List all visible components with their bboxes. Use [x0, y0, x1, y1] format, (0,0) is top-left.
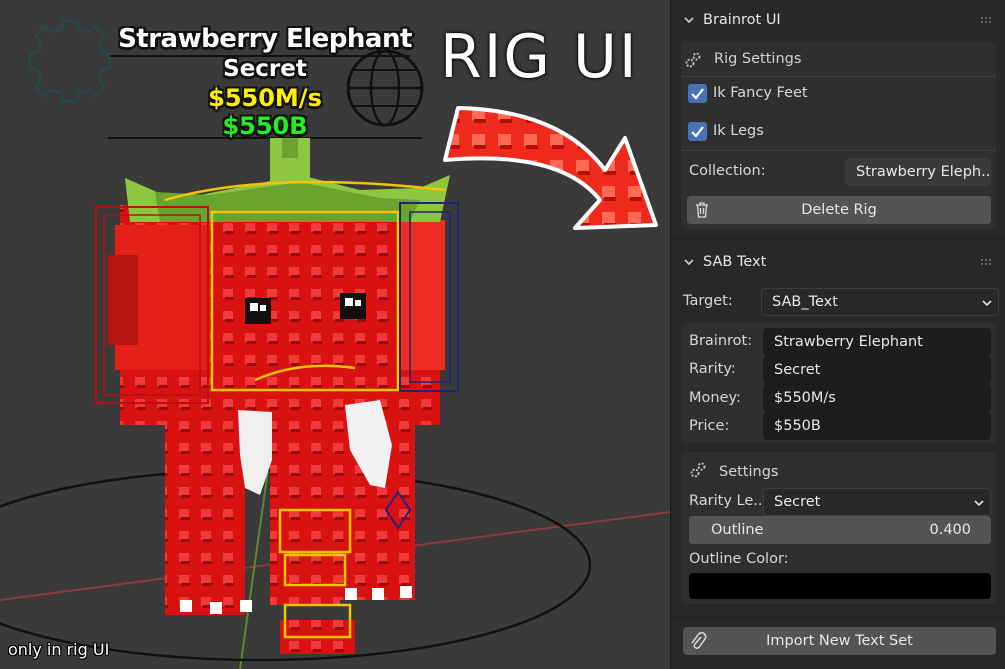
corner-note: only in rig UI	[8, 640, 110, 659]
chevron-down-icon[interactable]	[683, 256, 695, 268]
price-field[interactable]: $550B	[763, 412, 991, 440]
collection-field[interactable]: Strawberry Eleph...	[845, 158, 991, 186]
import-text-set-label: Import New Text Set	[766, 633, 913, 649]
collection-value: Strawberry Eleph...	[856, 164, 991, 180]
text-fields-box: Brainrot: Strawberry Elephant Rarity: Se…	[681, 323, 996, 443]
ik-legs-label[interactable]: Ik Legs	[713, 123, 764, 139]
billboard-price: $550B	[222, 112, 308, 140]
drag-grip-icon[interactable]	[980, 16, 994, 24]
paperclip-icon	[691, 632, 707, 649]
rarity-value: Secret	[774, 362, 821, 378]
gears-icon	[690, 462, 706, 478]
gears-icon	[685, 52, 701, 68]
money-field[interactable]: $550M/s	[763, 384, 991, 412]
brainrot-label: Brainrot:	[689, 333, 753, 349]
rarity-level-label: Rarity Le...	[689, 493, 768, 509]
price-label: Price:	[689, 418, 730, 434]
3d-viewport[interactable]: Strawberry Elephant Secret $550M/s $550B…	[0, 0, 670, 669]
red-arrow-annotation	[443, 106, 658, 230]
gear-widget	[28, 19, 112, 103]
text-settings-box: Settings Rarity Le... Secret Outline 0.4…	[681, 452, 996, 604]
drag-grip-icon[interactable]	[980, 258, 994, 266]
target-dropdown[interactable]: SAB_Text	[761, 288, 999, 316]
checkmark-icon	[691, 126, 704, 138]
collection-label: Collection:	[689, 163, 766, 179]
rig-settings-title: Rig Settings	[714, 51, 802, 67]
billboard-money: $550M/s	[208, 84, 322, 112]
rig-ui-overlay-title: RIG UI	[440, 22, 639, 92]
money-value: $550M/s	[774, 390, 836, 406]
sab-text-title: SAB Text	[703, 254, 767, 270]
price-value: $550B	[774, 418, 821, 434]
billboard-name: Strawberry Elephant	[118, 24, 412, 54]
rarity-level-value: Secret	[774, 494, 821, 510]
settings-title: Settings	[719, 464, 779, 480]
outline-color-swatch[interactable]	[689, 573, 991, 599]
chevron-down-icon	[982, 300, 992, 307]
ik-fancy-feet-label[interactable]: Ik Fancy Feet	[713, 85, 808, 101]
strawberry-elephant-model	[95, 138, 459, 654]
chevron-down-icon	[974, 500, 984, 507]
outline-label: Outline	[711, 522, 764, 538]
brainrot-ui-title: Brainrot UI	[703, 12, 781, 28]
chevron-down-icon[interactable]	[683, 14, 695, 26]
divider	[681, 76, 996, 77]
panel-separator	[671, 617, 1005, 618]
delete-rig-button[interactable]: Delete Rig	[687, 196, 991, 224]
panel-separator	[671, 238, 1005, 239]
outline-slider[interactable]: Outline 0.400	[689, 516, 991, 544]
brainrot-value: Strawberry Elephant	[774, 334, 923, 350]
ik-legs-checkbox[interactable]	[688, 122, 707, 141]
billboard-rarity: Secret	[223, 56, 307, 82]
trash-icon	[696, 202, 708, 218]
divider	[681, 150, 996, 151]
target-value: SAB_Text	[772, 294, 838, 310]
rarity-field[interactable]: Secret	[763, 356, 991, 384]
outline-color-label: Outline Color:	[689, 551, 789, 567]
import-text-set-button[interactable]: Import New Text Set	[683, 627, 996, 655]
rarity-level-dropdown[interactable]: Secret	[763, 488, 991, 516]
outline-value: 0.400	[929, 522, 971, 538]
target-label: Target:	[683, 293, 733, 309]
sidebar-panel: Brainrot UI Rig Settings Ik Fancy Feet I…	[670, 0, 1005, 669]
rig-settings-box: Rig Settings Ik Fancy Feet Ik Legs Colle…	[681, 42, 996, 229]
money-label: Money:	[689, 390, 741, 406]
rarity-label: Rarity:	[689, 361, 736, 377]
sab-text-header[interactable]: SAB Text	[671, 244, 1005, 280]
blender-window: Strawberry Elephant Secret $550M/s $550B…	[0, 0, 1005, 669]
brainrot-field[interactable]: Strawberry Elephant	[763, 328, 991, 356]
checkmark-icon	[691, 88, 704, 100]
delete-rig-label: Delete Rig	[801, 202, 877, 218]
ik-fancy-feet-checkbox[interactable]	[688, 84, 707, 103]
brainrot-ui-header[interactable]: Brainrot UI	[671, 2, 1005, 38]
